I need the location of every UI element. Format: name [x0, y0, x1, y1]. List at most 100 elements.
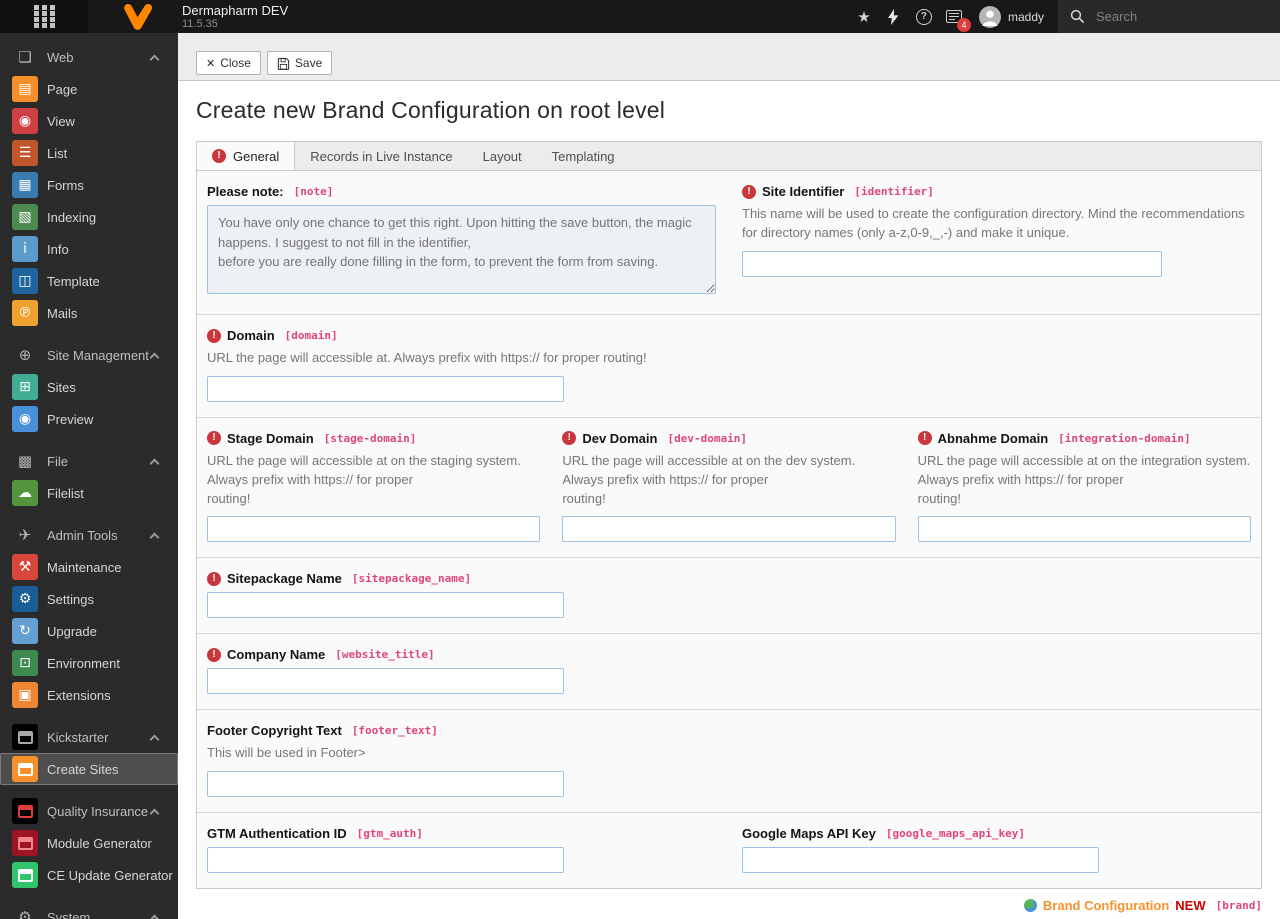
topbar-right: ★ 4 maddy: [849, 0, 1280, 33]
domain-input[interactable]: [207, 375, 564, 402]
field-description: URL the page will accessible at on the s…: [207, 452, 521, 506]
chevron-up-icon: [149, 914, 160, 919]
sidebar-item-filelist[interactable]: ☁ Filelist: [0, 477, 178, 509]
sidebar-item-mails[interactable]: ℗ Mails: [0, 297, 178, 329]
chevron-up-icon: [149, 808, 160, 818]
stage-domain-input[interactable]: [207, 516, 541, 543]
sidebar-section-admin-tools[interactable]: ✈ Admin Tools: [0, 519, 178, 551]
site-identifier-input[interactable]: [742, 250, 1162, 277]
close-button[interactable]: Close: [196, 51, 261, 75]
eye-icon: ◉: [12, 108, 38, 134]
record-key: [brand]: [1215, 899, 1262, 913]
module-menu-toggle-button[interactable]: [0, 0, 88, 33]
preview-eye-icon: ◉: [12, 406, 38, 432]
help-button[interactable]: [909, 0, 939, 33]
clear-cache-button[interactable]: [879, 0, 909, 33]
save-button[interactable]: Save: [266, 51, 333, 75]
powermail-icon-glyph: ℗: [18, 305, 32, 321]
system-information-button[interactable]: 4: [939, 0, 971, 33]
footer-text-input[interactable]: [207, 771, 564, 798]
sidebar-item-maintenance[interactable]: ⚒ Maintenance: [0, 551, 178, 583]
field-description: URL the page will accessible at on the d…: [562, 452, 856, 506]
sidebar-section-file[interactable]: ▩ File: [0, 445, 178, 477]
monitor-icon-glyph: ⊡: [19, 655, 31, 671]
tab-layout[interactable]: Layout: [468, 142, 537, 170]
sidebar-item-ce-update-generator[interactable]: CE Update Generator: [0, 859, 178, 891]
form-section: GTM Authentication ID [gtm_auth] Google …: [197, 812, 1261, 888]
record-footer: Brand Configuration NEW [brand]: [196, 898, 1262, 913]
chart-board-icon: ▧: [12, 204, 38, 230]
user-menu-button[interactable]: maddy: [969, 0, 1058, 33]
bookmarks-button[interactable]: ★: [849, 0, 879, 33]
sidebar-item-page[interactable]: ▤ Page: [0, 73, 178, 105]
brand-text: Dermapharm DEV 11.5.35: [182, 3, 288, 30]
sidebar-section-quality-insurance[interactable]: Quality Insurance: [0, 795, 178, 827]
form-section: Please note: [note] You have only one ch…: [197, 171, 1261, 314]
lightning-bolt-icon: [888, 8, 899, 25]
field-key: [identifier]: [854, 185, 934, 198]
sidebar-item-list[interactable]: ☰ List: [0, 137, 178, 169]
sidebar-item-label: CE Update Generator: [47, 867, 173, 883]
site-window-icon-glyph: [17, 804, 33, 818]
tab-general[interactable]: General: [197, 142, 296, 170]
search-input[interactable]: [1094, 8, 1254, 25]
package-icon-glyph: ▣: [18, 687, 32, 703]
sitepackage-name-input[interactable]: [207, 592, 564, 619]
sidebar-item-label: Sites: [47, 379, 76, 395]
tab-records-in-live-instance[interactable]: Records in Live Instance: [295, 142, 467, 170]
package-icon: ▣: [12, 682, 38, 708]
field-label: Dev Domain: [582, 430, 658, 446]
integration-domain-input[interactable]: [917, 516, 1251, 543]
sidebar-item-info[interactable]: i Info: [0, 233, 178, 265]
brand[interactable]: Dermapharm DEV 11.5.35: [122, 3, 288, 30]
sidebar-item-extensions[interactable]: ▣ Extensions: [0, 679, 178, 711]
chevron-up-icon: [149, 532, 160, 542]
sidebar-item-upgrade[interactable]: ↻ Upgrade: [0, 615, 178, 647]
sidebar-section-kickstarter[interactable]: Kickstarter: [0, 721, 178, 753]
form-section: Stage Domain [stage-domain] URL the page…: [197, 416, 1261, 558]
sidebar-item-preview[interactable]: ◉ Preview: [0, 403, 178, 435]
record-type-label: Brand Configuration: [1042, 898, 1170, 914]
page-title: Create new Brand Configuration on root l…: [196, 97, 666, 123]
sidebar-item-view[interactable]: ◉ View: [0, 105, 178, 137]
sidebar-item-forms[interactable]: ▦ Forms: [0, 169, 178, 201]
sidebar-item-settings[interactable]: ⚙ Settings: [0, 583, 178, 615]
sidebar-item-module-generator[interactable]: Module Generator: [0, 827, 178, 859]
sidebar-item-label: System: [47, 909, 91, 919]
sidebar-item-indexing[interactable]: ▧ Indexing: [0, 201, 178, 233]
field-sitepackage-name: Sitepackage Name [sitepackage_name]: [207, 571, 1251, 619]
sidebar-item-label: Module Generator: [47, 835, 152, 851]
field-key: [domain]: [284, 329, 338, 342]
tab-templating[interactable]: Templating: [537, 142, 630, 170]
sidebar-item-label: Mails: [47, 305, 78, 321]
sidebar-item-create-sites[interactable]: Create Sites: [0, 753, 178, 785]
field-key: [website_title]: [335, 648, 435, 662]
sidebar-section-site-management[interactable]: ⊕ Site Management: [0, 339, 178, 371]
gtm-auth-input[interactable]: [207, 847, 564, 874]
sites-icon-glyph: ⊞: [19, 379, 31, 395]
sidebar-section-web[interactable]: ❏ Web: [0, 41, 178, 73]
document-icon-glyph: ❏: [18, 47, 32, 66]
sidebar-item-environment[interactable]: ⊡ Environment: [0, 647, 178, 679]
sidebar-section-system[interactable]: ⚙ System: [0, 901, 178, 919]
required-icon: [207, 328, 221, 343]
tab-label: Records in Live Instance: [310, 148, 453, 164]
field-label: Footer Copyright Text: [207, 723, 342, 739]
dev-domain-input[interactable]: [562, 516, 896, 543]
apps-grid-icon: [33, 5, 39, 10]
google-maps-api-key-input[interactable]: [742, 847, 1099, 874]
sidebar-item-template[interactable]: ◫ Template: [0, 265, 178, 297]
company-name-input[interactable]: [207, 668, 564, 695]
list-icon-glyph: ☰: [18, 145, 32, 161]
field-description: This name will be used to create the con…: [742, 206, 1245, 240]
field-key: [integration-domain]: [1058, 431, 1191, 445]
form-section: Company Name [website_title]: [197, 633, 1261, 709]
gear-icon-glyph: ⚙: [18, 591, 32, 607]
field-label: Google Maps API Key: [742, 826, 876, 842]
form-panel: General Records in Live Instance Layout …: [196, 141, 1262, 890]
note-textarea[interactable]: You have only one chance to get this rig…: [207, 205, 716, 294]
chevron-up-icon: [149, 458, 160, 468]
sidebar-item-label: Quality Insurance: [47, 803, 149, 819]
site-window-icon: [12, 830, 38, 856]
sidebar-item-sites[interactable]: ⊞ Sites: [0, 371, 178, 403]
